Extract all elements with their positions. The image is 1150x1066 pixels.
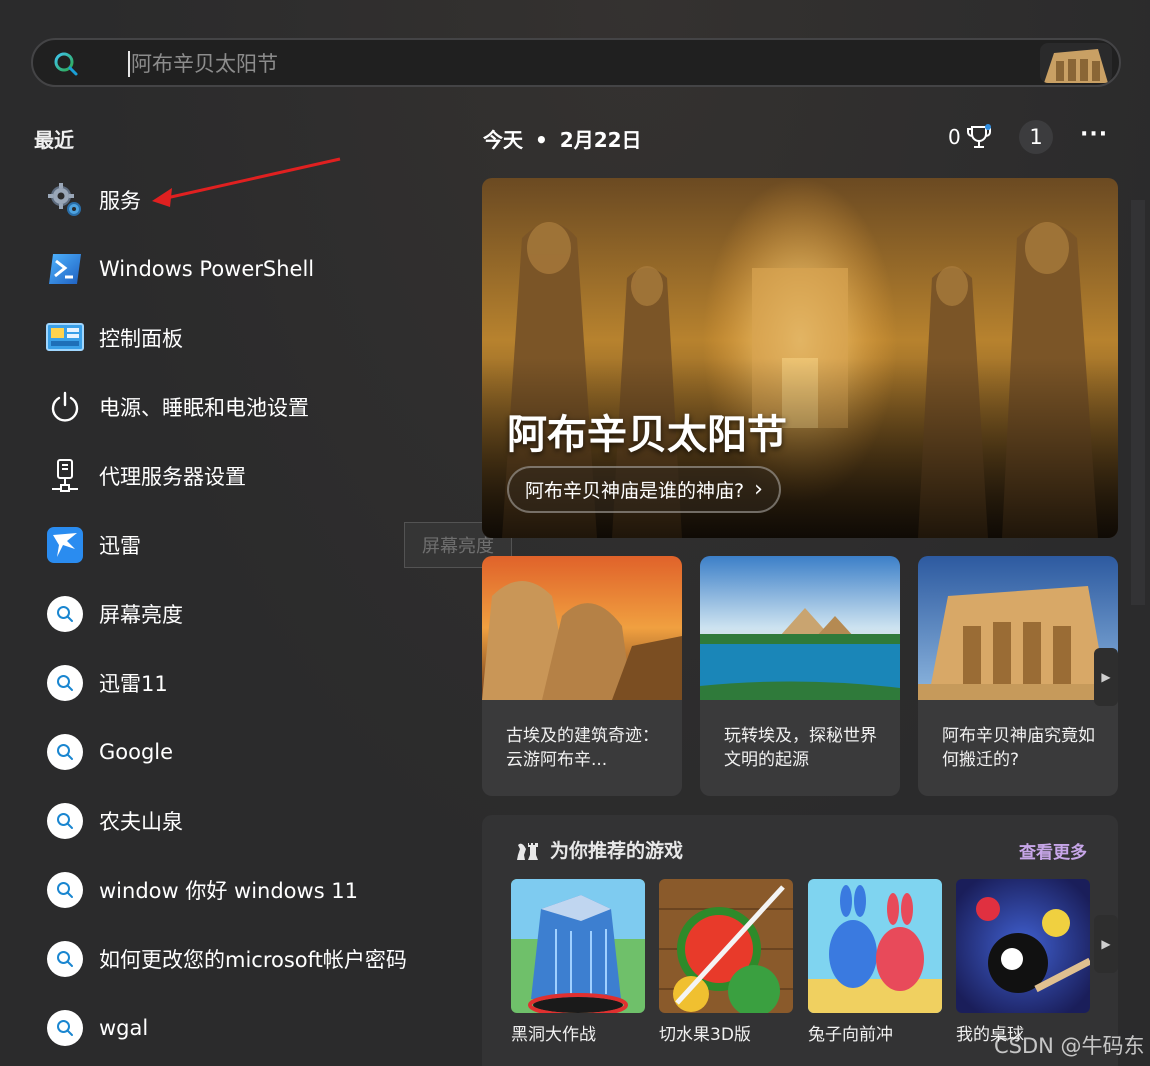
power-icon: [51, 391, 79, 422]
xunlei-icon: [47, 527, 83, 563]
card-title: 阿布辛贝神庙究竟如何搬迁的?: [942, 726, 1095, 770]
recent-heading: 最近: [34, 128, 74, 152]
recent-item-label: 电源、睡眠和电池设置: [99, 396, 309, 420]
card-image: [700, 556, 900, 700]
game-thumbnail-hole[interactable]: [511, 879, 645, 1013]
game-label: 兔子向前冲: [808, 1025, 893, 1045]
recent-item-label: Google: [99, 740, 174, 764]
search-input[interactable]: 阿布辛贝太阳节: [131, 50, 278, 78]
cards-next-button[interactable]: ▶: [1094, 648, 1118, 706]
points-value: 0: [948, 125, 961, 149]
search-icon: [47, 1010, 83, 1046]
recent-search-nongfu[interactable]: 农夫山泉: [45, 791, 465, 851]
recent-item-label: 代理服务器设置: [99, 465, 246, 489]
recent-item-label: Windows PowerShell: [99, 257, 315, 281]
search-icon: [47, 596, 83, 632]
recent-item-label: 迅雷: [99, 534, 141, 558]
games-next-button[interactable]: ▶: [1094, 915, 1118, 973]
game-thumbnail-fruit[interactable]: [659, 879, 793, 1013]
card-image: [918, 556, 1118, 700]
account-badge[interactable]: 1: [1019, 120, 1053, 154]
gears-icon: [48, 183, 81, 216]
game-thumbnail-pool[interactable]: [956, 879, 1090, 1013]
recent-search-wgal[interactable]: wgal: [45, 998, 465, 1058]
recent-item-power-settings[interactable]: 电源、睡眠和电池设置: [45, 377, 465, 437]
hero-question-label: 阿布辛贝神庙是谁的神庙?: [525, 480, 745, 502]
search-icon: [47, 803, 83, 839]
recent-search-xunlei11[interactable]: 迅雷11: [45, 653, 465, 713]
play-right-icon: ▶: [1101, 670, 1111, 684]
news-card[interactable]: 阿布辛贝神庙究竟如何搬迁的?: [918, 556, 1118, 796]
control-panel-icon: [46, 323, 84, 351]
games-see-more-link[interactable]: 查看更多: [1019, 838, 1087, 863]
hero-title: 阿布辛贝太阳节: [507, 412, 787, 458]
hero-question-button[interactable]: 阿布辛贝神庙是谁的神庙? ›: [507, 466, 781, 513]
recent-search-microsoft-password[interactable]: 如何更改您的microsoft帐户密码: [45, 929, 465, 989]
recent-item-label: wgal: [99, 1016, 149, 1040]
scrollbar[interactable]: [1131, 200, 1145, 605]
red-arrow-annotation: [152, 157, 341, 207]
recent-item-control-panel[interactable]: 控制面板: [45, 308, 465, 368]
trophy-icon: [966, 124, 991, 148]
date-label: 2月22日: [559, 128, 642, 152]
search-bar[interactable]: 阿布辛贝太阳节: [31, 38, 1121, 87]
chess-pieces-icon: [517, 842, 538, 860]
card-title: 古埃及的建筑奇迹：云游阿布辛...: [506, 726, 659, 770]
news-card[interactable]: 玩转埃及，探秘世界文明的起源: [700, 556, 900, 796]
recent-item-label: window 你好 windows 11: [99, 879, 359, 903]
search-icon: [47, 665, 83, 701]
games-title: 为你推荐的游戏: [550, 840, 684, 862]
recent-search-windows11[interactable]: window 你好 windows 11: [45, 860, 465, 920]
more-options-button[interactable]: ···: [1080, 122, 1108, 147]
search-icon: [47, 941, 83, 977]
recent-item-label: 屏幕亮度: [99, 603, 183, 627]
recent-item-xunlei[interactable]: 迅雷: [45, 515, 465, 575]
watermark: CSDN @牛码东: [994, 1034, 1145, 1058]
recent-item-label: 如何更改您的microsoft帐户密码: [99, 948, 407, 972]
play-right-icon: ▶: [1101, 937, 1111, 951]
rewards-points[interactable]: 0: [948, 124, 993, 150]
game-label: 切水果3D版: [659, 1025, 751, 1045]
search-highlight-thumbnail[interactable]: [1040, 43, 1112, 83]
recent-item-label: 控制面板: [99, 327, 183, 351]
recent-item-powershell[interactable]: Windows PowerShell: [45, 239, 465, 299]
search-icon: [47, 872, 83, 908]
search-icon: [47, 734, 83, 770]
recent-item-proxy[interactable]: 代理服务器设置: [45, 446, 465, 506]
news-card[interactable]: 古埃及的建筑奇迹：云游阿布辛...: [482, 556, 682, 796]
recent-item-label: 服务: [99, 189, 141, 213]
today-label: 今天: [483, 128, 523, 152]
chevron-right-icon: ›: [754, 477, 763, 502]
recent-search-screen-brightness[interactable]: 屏幕亮度: [45, 584, 465, 644]
game-thumbnail-rabbit[interactable]: [808, 879, 942, 1013]
search-icon: [54, 52, 78, 76]
game-label: 黑洞大作战: [511, 1025, 596, 1045]
recent-search-google[interactable]: Google: [45, 722, 465, 782]
recent-item-label: 迅雷11: [99, 672, 168, 696]
powershell-icon: [49, 254, 81, 284]
games-heading: 为你推荐的游戏: [514, 836, 683, 863]
proxy-icon: [52, 459, 78, 492]
recent-item-label: 农夫山泉: [99, 810, 183, 834]
card-title: 玩转埃及，探秘世界文明的起源: [724, 726, 877, 770]
card-image: [482, 556, 682, 700]
today-heading: 今天 • 2月22日: [483, 124, 642, 153]
text-caret: [128, 51, 130, 77]
separator-dot: •: [535, 128, 548, 152]
